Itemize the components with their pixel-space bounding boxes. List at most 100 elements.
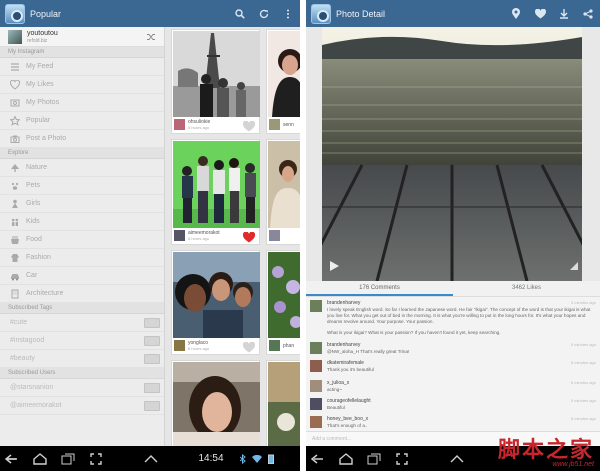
unsubscribe-button[interactable] [144,317,160,328]
subscribed-tag-row[interactable]: #cute [0,314,164,332]
unsubscribe-button[interactable] [144,400,160,411]
feed-photo[interactable] [268,252,300,338]
sidebar-item-my-feed[interactable]: My Feed [0,58,164,76]
comment-text: @NW_aloha_H That's really great Trina! [327,349,410,354]
avatar[interactable] [310,398,322,410]
subscribed-tag-row[interactable]: #beauty [0,350,164,368]
feed-photo[interactable] [173,141,260,228]
feed-photo[interactable] [268,31,300,117]
comment-username[interactable]: brandenharvey [327,300,360,306]
sidebar-item-food[interactable]: Food [0,231,164,249]
unsubscribe-button[interactable] [144,382,160,393]
like-heart-icon[interactable] [528,0,552,27]
section-header-instagram: My Instagram [0,47,164,58]
expand-icon[interactable] [116,454,186,463]
like-heart-icon[interactable] [243,232,255,243]
card-username[interactable]: phan [283,343,294,349]
avatar[interactable] [269,119,280,130]
unsubscribe-button[interactable] [144,353,160,364]
feed-photo[interactable] [173,252,260,338]
feed-card[interactable]: yonglaco 6 hours ago [171,250,260,355]
comment-input[interactable]: Add a comment... [312,436,351,442]
user-subtitle: refold.biz [27,37,48,44]
building-icon [10,289,20,299]
avatar[interactable] [269,340,280,351]
comment-username[interactable]: honey_bee_boo_x [327,416,368,422]
feed-card[interactable]: ohsuliokie 5 hours ago [171,29,260,134]
sidebar-item-architecture[interactable]: Architecture [0,285,164,303]
feed-photo[interactable] [173,31,260,117]
feed-card[interactable] [266,360,300,446]
feed-card[interactable]: phan [266,250,300,355]
feed-card[interactable]: aimeemorakot 5 hours ago [171,139,260,245]
sidebar-item-girls[interactable]: Girls [0,195,164,213]
tab-likes[interactable]: 3462 Likes [453,281,600,296]
avatar[interactable] [174,340,185,351]
user-header[interactable]: youtoutou refold.biz [0,27,164,47]
feed-card[interactable] [171,360,260,446]
comment-item: honey_bee_boo_x 5 minutes ago That's enoug… [310,416,596,430]
expand-corner-icon[interactable] [570,262,578,270]
download-icon[interactable] [552,0,576,27]
avatar[interactable] [174,230,185,241]
like-heart-icon[interactable] [243,342,255,353]
app-logo-icon[interactable] [311,3,331,24]
subscribed-user-row[interactable]: @aimeemorakot [0,397,164,415]
recent-apps-icon[interactable] [54,453,82,465]
camera-icon [10,134,20,144]
avatar[interactable] [269,230,280,241]
shuffle-icon[interactable] [147,33,156,41]
subscribed-user-row[interactable]: @starsnanion [0,379,164,397]
expand-icon[interactable] [422,454,492,463]
sidebar-item-car[interactable]: Car [0,267,164,285]
home-icon[interactable] [332,452,360,465]
avatar[interactable] [174,119,185,130]
back-icon[interactable] [0,453,26,464]
sidebar-item-fashion[interactable]: Fashion [0,249,164,267]
kids-icon [10,217,20,227]
avatar[interactable] [310,342,322,354]
feed-photo[interactable] [268,141,300,228]
recent-apps-icon[interactable] [360,453,388,465]
sidebar-item-pets[interactable]: Pets [0,177,164,195]
comment-username[interactable]: brandenharvey [327,342,360,348]
card-username[interactable]: senn [283,122,294,128]
sidebar-item-my-photos[interactable]: My Photos [0,94,164,112]
share-icon[interactable] [576,0,600,27]
sidebar-item-kids[interactable]: Kids [0,213,164,231]
subscribed-tag-row[interactable]: #instagood [0,332,164,350]
tab-comments[interactable]: 176 Comments [306,281,453,296]
home-icon[interactable] [26,452,54,465]
comment-username[interactable]: courageofellelaught [327,398,371,404]
sidebar-item-label: Nature [26,164,48,171]
comment-text: I lovely speak English word. So far I le… [327,307,591,324]
refresh-icon[interactable] [252,0,276,27]
avatar[interactable] [310,380,322,392]
feed-card[interactable] [266,139,300,245]
sidebar-item-nature[interactable]: Nature [0,159,164,177]
screenshot-icon[interactable] [388,452,416,465]
feed-photo[interactable] [173,362,260,446]
avatar[interactable] [310,300,322,312]
sidebar-item-label: My Photos [26,99,60,106]
avatar[interactable] [310,360,322,372]
search-icon[interactable] [228,0,252,27]
back-icon[interactable] [306,453,332,464]
unsubscribe-button[interactable] [144,335,160,346]
sidebar-item-post-a-photo[interactable]: Post a Photo [0,130,164,148]
feed-photo[interactable] [268,362,300,446]
location-pin-icon[interactable] [504,0,528,27]
sidebar-item-popular[interactable]: Popular [0,112,164,130]
feed-card[interactable]: senn [266,29,300,134]
comment-username[interactable]: x_julioa_x [327,380,349,386]
app-logo-icon[interactable] [5,3,25,24]
like-heart-icon[interactable] [243,121,255,132]
screenshot-icon[interactable] [82,452,110,465]
detail-photo[interactable] [322,27,582,281]
play-icon[interactable] [328,260,340,272]
comment-username[interactable]: dkatemirafemale [327,360,364,366]
overflow-menu-icon[interactable] [276,0,300,27]
sidebar-item-label: Car [26,272,38,279]
avatar[interactable] [310,416,322,428]
sidebar-item-my-likes[interactable]: My Likes [0,76,164,94]
